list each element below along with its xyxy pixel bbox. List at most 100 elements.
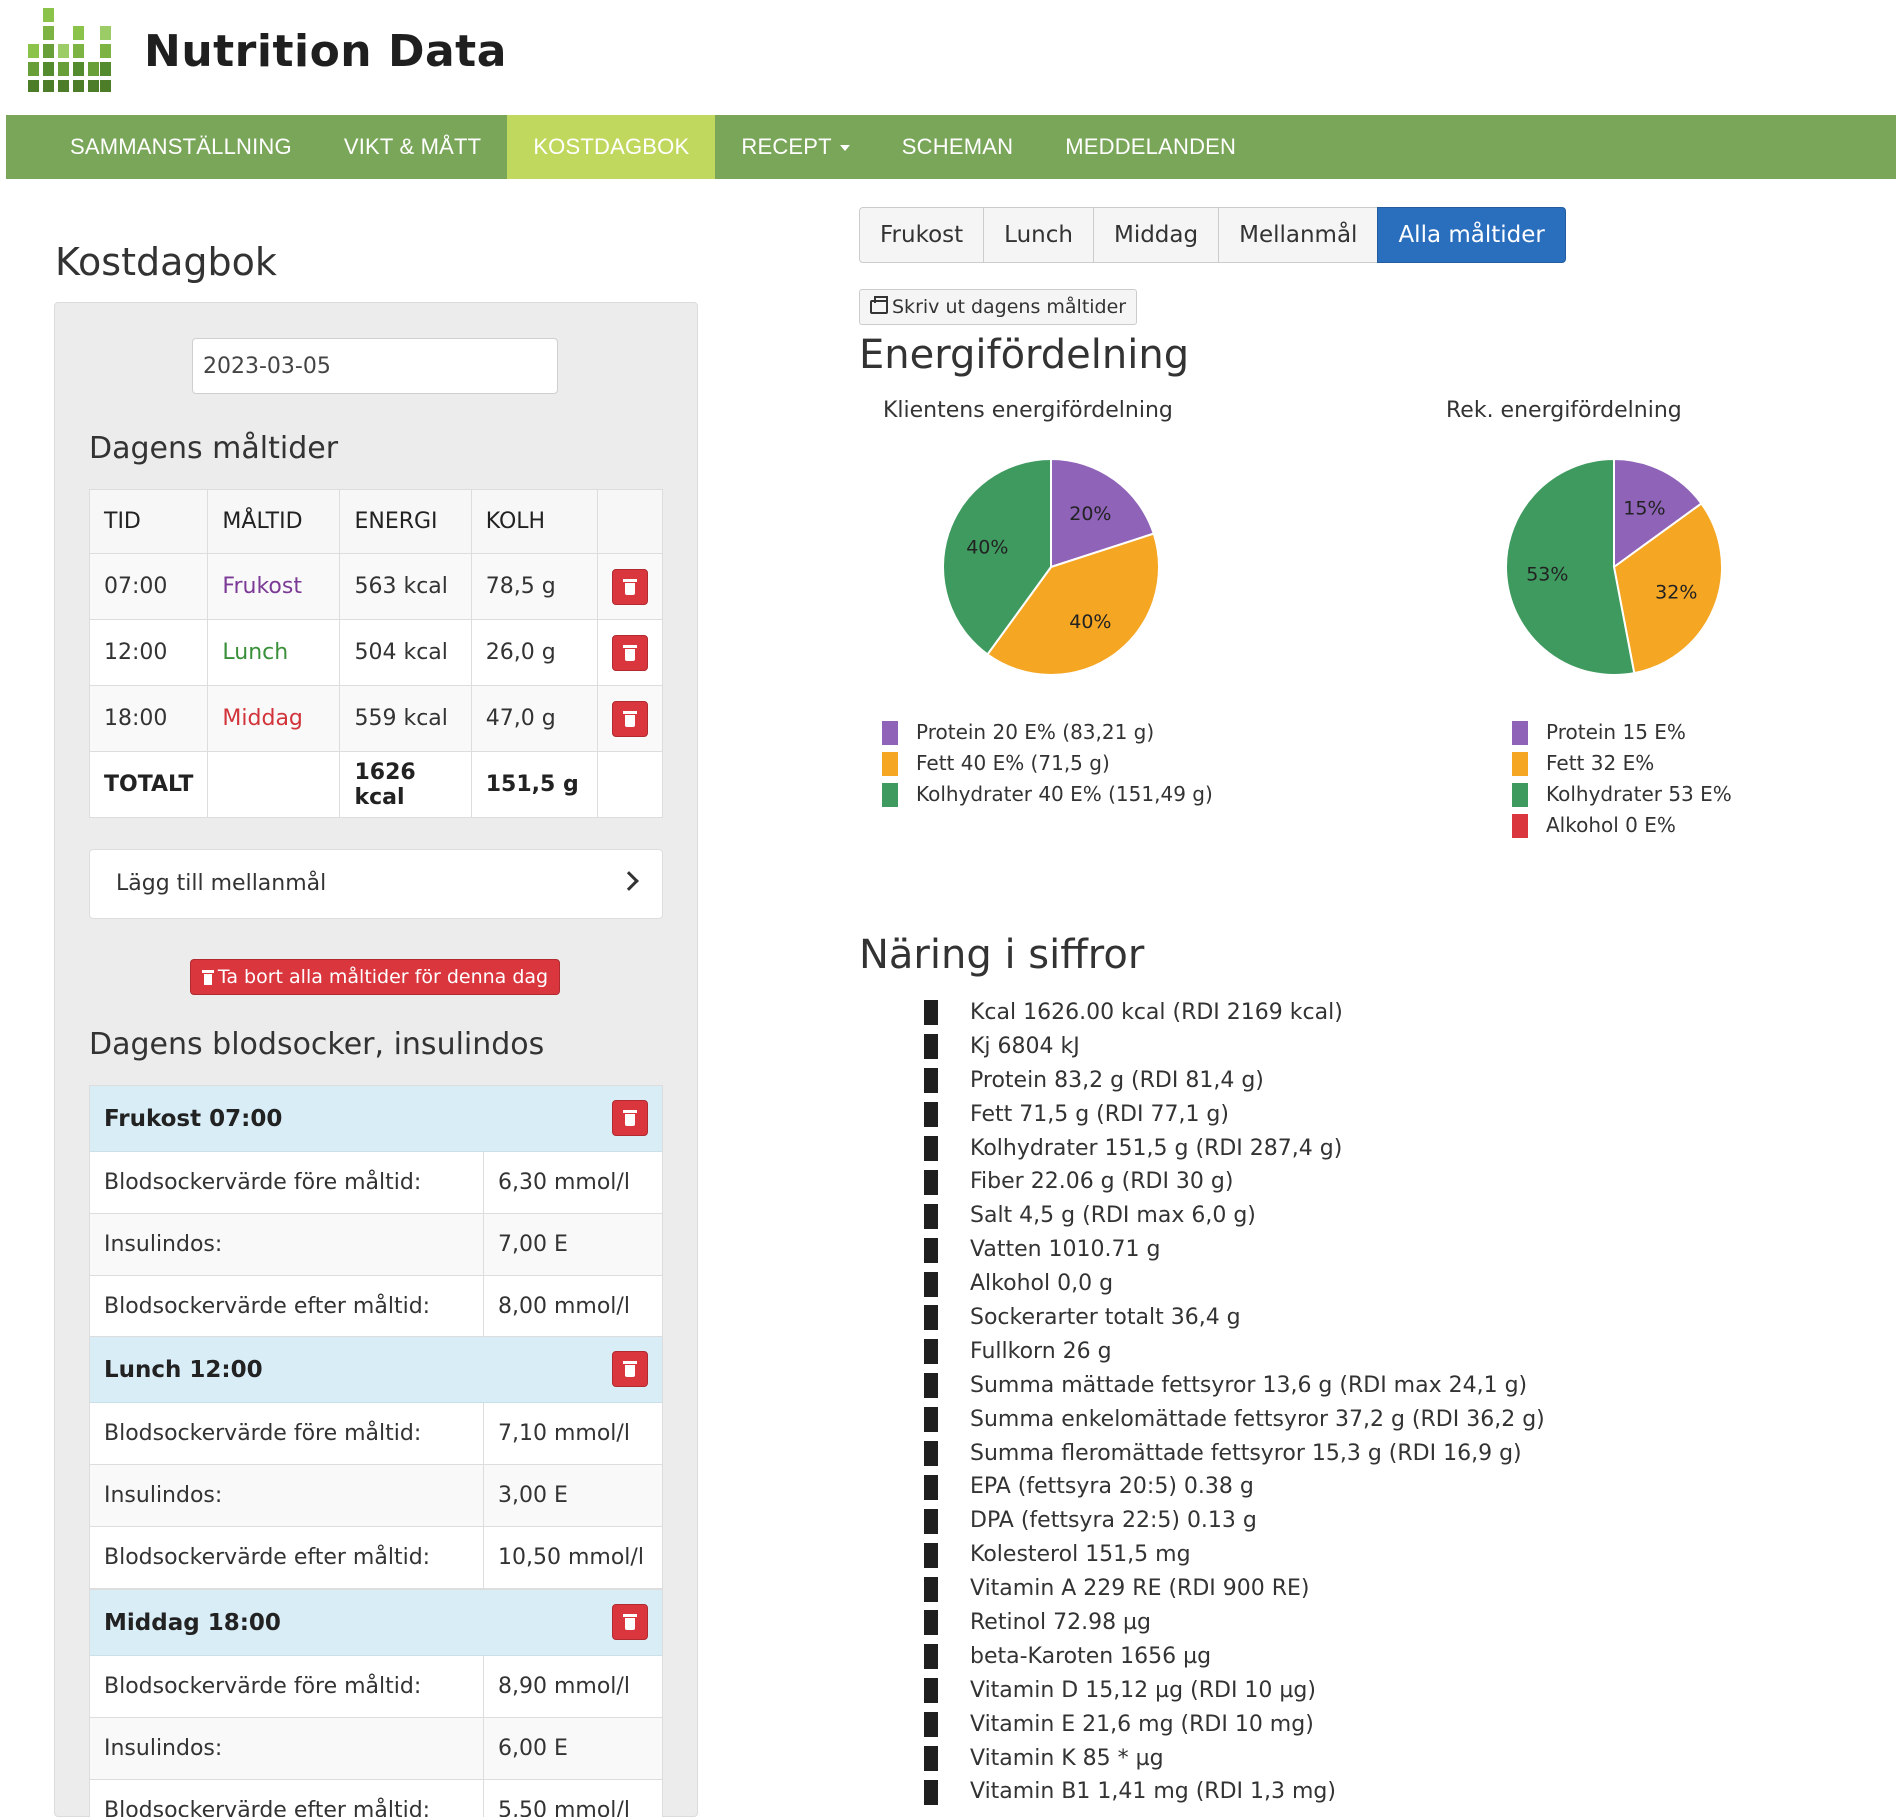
delete-blood-sugar-button[interactable]	[612, 1604, 648, 1640]
blood-sugar-row: Blodsockervärde före måltid: 8,90 mmol/l	[90, 1656, 662, 1718]
blood-sugar-row: Insulindos: 3,00 E	[90, 1465, 662, 1527]
legend-swatch	[1512, 782, 1528, 807]
bar-chart-icon	[924, 1068, 938, 1094]
meal-carbs: 78,5 g	[470, 553, 599, 620]
date-input[interactable]	[192, 338, 558, 394]
meal-filter-group: Frukost Lunch Middag Mellanmål Alla målt…	[859, 207, 1566, 263]
nav-meddelanden[interactable]: MEDDELANDEN	[1039, 115, 1262, 179]
nutrition-item: Retinol 72.98 µg	[924, 1606, 1545, 1640]
meal-link-lunch[interactable]: Lunch	[222, 640, 288, 665]
nutrition-item: Summa enkelomättade fettsyror 37,2 g (RD…	[924, 1403, 1545, 1437]
table-row: 18:00 Middag 559 kcal 47,0 g	[88, 685, 663, 752]
bs-label: Blodsockervärde efter måltid:	[90, 1527, 484, 1588]
bs-value: 6,00 E	[498, 1736, 568, 1761]
nutrition-item-text: Vitamin B1 1,41 mg (RDI 1,3 mg)	[970, 1779, 1336, 1805]
nav-vikt-matt[interactable]: VIKT & MÅTT	[318, 115, 507, 179]
add-snack-label: Lägg till mellanmål	[116, 871, 327, 896]
client-legend: Protein 20 E% (83,21 g) Fett 40 E% (71,5…	[882, 717, 1213, 810]
caret-down-icon	[839, 145, 850, 152]
nav-recept[interactable]: RECEPT	[715, 115, 875, 179]
bs-label: Blodsockervärde efter måltid:	[90, 1780, 484, 1817]
blood-sugar-block-frukost: Frukost 07:00 Blodsockervärde före målti…	[89, 1085, 663, 1339]
pie-slice-label: 20%	[1069, 503, 1111, 525]
bar-chart-icon	[924, 1339, 938, 1365]
bar-chart-icon	[924, 1034, 938, 1060]
bar-chart-icon	[924, 1237, 938, 1263]
pie-slice-label: 40%	[1069, 611, 1111, 633]
blood-sugar-row: Blodsockervärde efter måltid: 5,50 mmol/l	[90, 1780, 662, 1817]
bar-chart-icon	[924, 1678, 938, 1704]
total-actions-empty	[597, 751, 663, 818]
nutrition-item: Fett 71,5 g (RDI 77,1 g)	[924, 1098, 1545, 1132]
legend-swatch	[882, 751, 898, 776]
tab-middag[interactable]: Middag	[1092, 207, 1220, 263]
table-header-row: TID MÅLTID ENERGI KOLH	[88, 489, 663, 554]
add-snack-button[interactable]: Lägg till mellanmål	[89, 849, 663, 919]
bs-value: 7,10 mmol/l	[498, 1421, 630, 1446]
delete-all-meals-button[interactable]: Ta bort alla måltider för denna dag	[190, 959, 560, 995]
print-day-button[interactable]: Skriv ut dagens måltider	[859, 289, 1138, 325]
nav-scheman[interactable]: SCHEMAN	[876, 115, 1039, 179]
legend-item: Protein 20 E% (83,21 g)	[882, 717, 1213, 748]
brand-name: Nutrition Data	[144, 25, 507, 77]
meal-link-middag[interactable]: Middag	[222, 706, 302, 731]
blood-sugar-row: Insulindos: 7,00 E	[90, 1214, 662, 1276]
blood-sugar-block-middag: Middag 18:00 Blodsockervärde före måltid…	[89, 1589, 663, 1817]
bs-value: 3,00 E	[498, 1483, 568, 1508]
bar-chart-icon	[924, 1746, 938, 1772]
delete-blood-sugar-button[interactable]	[612, 1351, 648, 1387]
tab-frukost[interactable]: Frukost	[859, 207, 985, 263]
nutrition-item-text: Sockerarter totalt 36,4 g	[970, 1305, 1241, 1331]
nutrition-item-text: Kcal 1626.00 kcal (RDI 2169 kcal)	[970, 1000, 1343, 1025]
nutrition-item-text: Summa fleromättade fettsyror 15,3 g (RDI…	[970, 1440, 1522, 1466]
bs-value: 7,00 E	[498, 1232, 568, 1257]
bar-chart-icon	[924, 1305, 938, 1331]
blood-sugar-title-text: Middag 18:00	[104, 1610, 281, 1636]
bar-chart-icon	[924, 1203, 938, 1229]
tab-mellanmal[interactable]: Mellanmål	[1218, 207, 1379, 263]
delete-meal-button[interactable]	[612, 568, 648, 605]
blood-sugar-block-title: Frukost 07:00	[90, 1086, 662, 1152]
bs-value: 5,50 mmol/l	[498, 1798, 630, 1817]
legend-swatch	[1512, 813, 1528, 838]
tab-alla-maltider[interactable]: Alla måltider	[1377, 207, 1566, 263]
pie-slice-label: 32%	[1655, 582, 1697, 604]
bar-chart-icon	[924, 1576, 938, 1602]
delete-meal-button[interactable]	[612, 634, 648, 671]
nutrition-item-text: Vitamin K 85 * µg	[970, 1745, 1164, 1771]
brand[interactable]: Nutrition Data	[28, 6, 507, 96]
delete-blood-sugar-button[interactable]	[612, 1100, 648, 1136]
recommended-pie-chart: 15% 32% 53%	[1505, 457, 1723, 676]
bar-chart-icon	[924, 1610, 938, 1636]
logo-bars-icon	[28, 8, 111, 92]
blood-sugar-block-lunch: Lunch 12:00 Blodsockervärde före måltid:…	[89, 1336, 663, 1590]
nutrition-item: Alkohol 0,0 g	[924, 1267, 1545, 1301]
legend-item: Alkohol 0 E%	[1512, 810, 1732, 841]
nutrition-item-text: beta-Karoten 1656 µg	[970, 1643, 1212, 1669]
delete-meal-button[interactable]	[612, 700, 648, 737]
page-title: Kostdagbok	[55, 240, 277, 284]
meals-table: TID MÅLTID ENERGI KOLH 07:00 Frukost 563…	[88, 489, 663, 818]
legend-text: Protein 15 E%	[1546, 720, 1686, 744]
nutrition-item: Fiber 22.06 g (RDI 30 g)	[924, 1165, 1545, 1199]
nutrition-item-text: Kolhydrater 151,5 g (RDI 287,4 g)	[970, 1135, 1343, 1161]
blood-sugar-row: Blodsockervärde efter måltid: 10,50 mmol/…	[90, 1527, 662, 1589]
legend-text: Kolhydrater 40 E% (151,49 g)	[916, 782, 1213, 806]
pie-slice-label: 53%	[1526, 563, 1568, 585]
pie-slice-label: 40%	[966, 536, 1008, 558]
nutrition-item: Vitamin E 21,6 mg (RDI 10 mg)	[924, 1708, 1545, 1742]
nav-sammanstallning[interactable]: SAMMANSTÄLLNING	[6, 115, 318, 179]
nutrition-item: Fullkorn 26 g	[924, 1335, 1545, 1369]
tab-lunch[interactable]: Lunch	[983, 207, 1094, 263]
meal-link-frukost[interactable]: Frukost	[222, 574, 302, 599]
bar-chart-icon	[924, 1779, 938, 1805]
table-row: 12:00 Lunch 504 kcal 26,0 g	[88, 619, 663, 686]
bar-chart-icon	[924, 1407, 938, 1433]
nutrition-item: Sockerarter totalt 36,4 g	[924, 1301, 1545, 1335]
client-chart-title: Klientens energifördelning	[883, 398, 1173, 423]
nutrition-item: Salt 4,5 g (RDI max 6,0 g)	[924, 1199, 1545, 1233]
total-empty	[207, 751, 341, 818]
blood-sugar-title-text: Frukost 07:00	[104, 1106, 283, 1132]
nav-kostdagbok[interactable]: KOSTDAGBOK	[507, 115, 716, 179]
blood-sugar-block-title: Lunch 12:00	[90, 1337, 662, 1403]
